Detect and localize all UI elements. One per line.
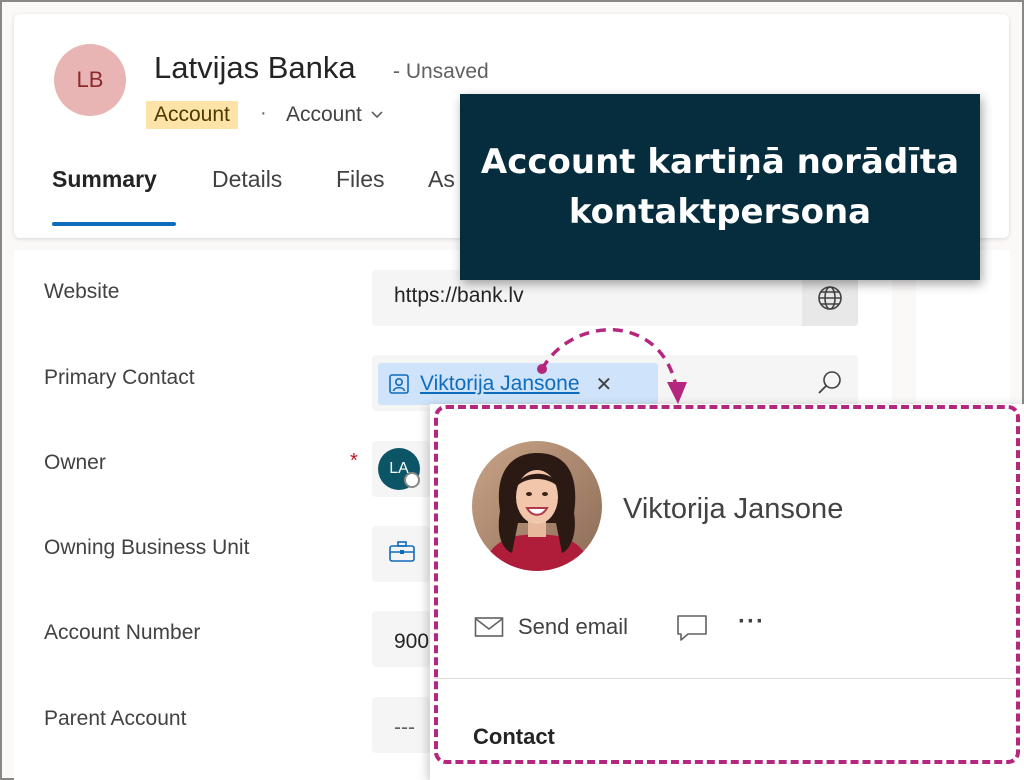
selected-tab-indicator	[52, 222, 176, 226]
save-status: - Unsaved	[393, 60, 489, 83]
annotation-callout-text: Account kartiņā norādīta kontaktpersona	[480, 142, 960, 232]
account-number-label: Account Number	[44, 621, 201, 644]
parent-account-value[interactable]: ---	[394, 716, 415, 740]
required-marker: *	[350, 450, 358, 472]
account-number-value[interactable]: 900	[394, 630, 429, 654]
tab-files[interactable]: Files	[336, 166, 385, 193]
header-separator: ·	[260, 102, 267, 124]
chevron-down-icon	[371, 111, 383, 119]
connector-arrow	[537, 328, 687, 404]
record-title: Latvijas Banka	[154, 50, 356, 85]
owning-business-unit-label: Owning Business Unit	[44, 536, 250, 559]
highlight-outline	[434, 405, 1020, 764]
briefcase-icon	[388, 540, 416, 569]
entity-type-badge: Account	[146, 101, 238, 129]
tab-summary[interactable]: Summary	[52, 166, 157, 193]
tab-assets[interactable]: As	[428, 166, 455, 193]
owner-label: Owner	[44, 451, 106, 474]
contact-icon	[389, 374, 409, 394]
lookup-search-button[interactable]	[815, 368, 845, 398]
annotation-callout: Account kartiņā norādīta kontaktpersona	[460, 94, 980, 280]
avatar-initials: LB	[76, 67, 104, 92]
presence-status-icon	[404, 472, 420, 488]
parent-account-label: Parent Account	[44, 707, 187, 730]
primary-contact-label: Primary Contact	[44, 366, 195, 389]
record-avatar: LB	[54, 44, 126, 116]
form-selector-dropdown[interactable]: Account	[286, 101, 384, 129]
search-icon	[818, 371, 841, 394]
globe-icon	[818, 286, 842, 310]
form-selector-label: Account	[286, 103, 362, 126]
tab-details[interactable]: Details	[212, 166, 282, 193]
website-label: Website	[44, 280, 120, 303]
website-value[interactable]: https://bank.lv	[394, 284, 524, 308]
